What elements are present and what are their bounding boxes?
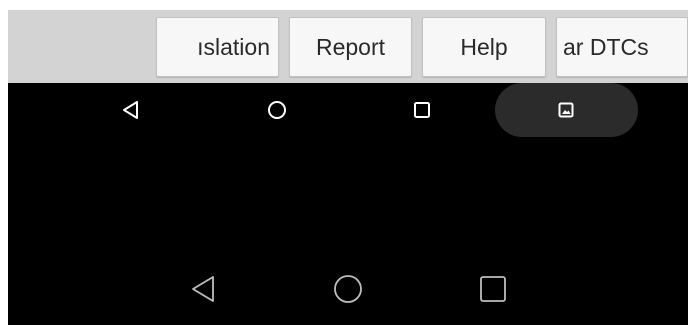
clear-dtcs-button[interactable]: ar DTCs xyxy=(556,17,688,77)
recents-square-icon[interactable] xyxy=(479,275,507,303)
translation-button[interactable]: ıslation xyxy=(156,17,279,77)
navigation-bar-top xyxy=(8,83,688,138)
home-circle-icon[interactable] xyxy=(267,100,287,120)
home-circle-icon[interactable] xyxy=(333,274,363,304)
screenshot-icon[interactable] xyxy=(558,102,574,118)
back-triangle-icon[interactable] xyxy=(188,274,218,304)
report-button[interactable]: Report xyxy=(289,17,412,77)
app-toolbar: ıslation Report Help ar DTCs xyxy=(8,10,688,83)
navigation-bar-bottom xyxy=(8,260,688,320)
recents-square-icon[interactable] xyxy=(413,101,431,119)
device-screen: ıslation Report Help ar DTCs xyxy=(8,10,688,325)
back-triangle-icon[interactable] xyxy=(121,100,141,120)
help-button[interactable]: Help xyxy=(422,17,546,77)
